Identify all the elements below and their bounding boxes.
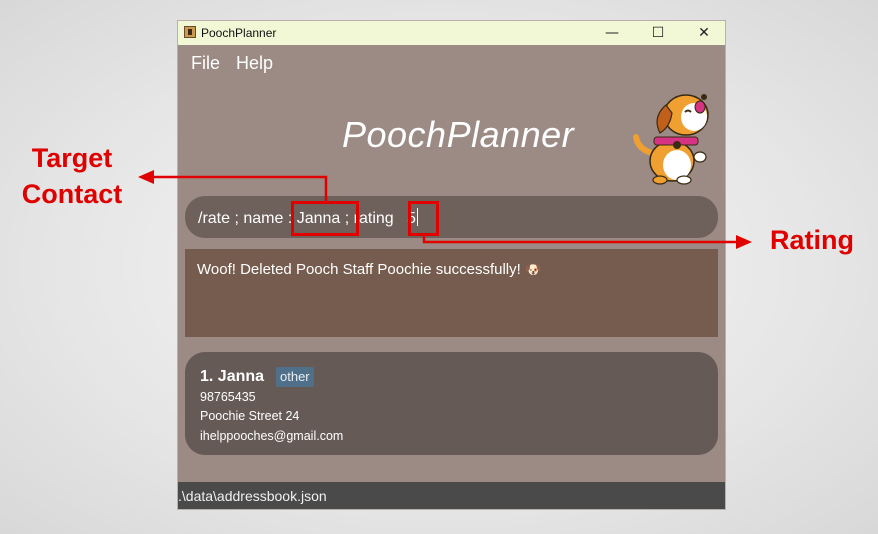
- rating-highlight: [408, 201, 439, 236]
- window-title: PoochPlanner: [201, 26, 277, 40]
- menu-bar: File Help: [178, 49, 725, 77]
- result-display: Woof! Deleted Pooch Staff Poochie succes…: [185, 249, 718, 337]
- target-contact-highlight: [291, 201, 359, 236]
- result-text: Woof! Deleted Pooch Staff Poochie succes…: [197, 261, 521, 278]
- menu-file[interactable]: File: [191, 53, 220, 74]
- rating-label: Rating: [770, 225, 854, 255]
- app-title: PoochPlanner: [342, 114, 575, 155]
- status-file-path: .\data\addressbook.json: [178, 488, 327, 504]
- dog-mascot-icon: [633, 94, 709, 185]
- title-bar[interactable]: PoochPlanner — ☐ ✕: [178, 21, 725, 45]
- minimize-button[interactable]: —: [589, 21, 635, 45]
- close-button[interactable]: ✕: [681, 21, 725, 45]
- contact-phone: 98765435: [200, 390, 256, 404]
- app-window: PoochPlanner — ☐ ✕ File Help PoochPlanne…: [178, 21, 725, 509]
- command-box[interactable]: /rate ; name : Janna ; rating 5: [185, 196, 718, 238]
- app-icon: [184, 26, 196, 38]
- dog-emoji-icon: 🐶: [524, 263, 542, 278]
- result-message: Woof! Deleted Pooch Staff Poochie succes…: [197, 261, 541, 278]
- menu-help[interactable]: Help: [236, 53, 273, 74]
- contact-name: 1. Janna: [200, 368, 265, 385]
- contact-email: ihelppooches@gmail.com: [200, 429, 344, 443]
- target-contact-label: Target Contact: [21, 143, 123, 209]
- contact-tag: other: [276, 367, 314, 387]
- contact-card[interactable]: 1. Janna other 98765435 Poochie Street 2…: [185, 352, 718, 455]
- status-bar: .\data\addressbook.json: [178, 482, 725, 509]
- maximize-button[interactable]: ☐: [635, 21, 681, 45]
- target-contact-arrowhead: [138, 170, 154, 184]
- contact-address: Poochie Street 24: [200, 409, 300, 423]
- rating-arrowhead: [736, 235, 752, 249]
